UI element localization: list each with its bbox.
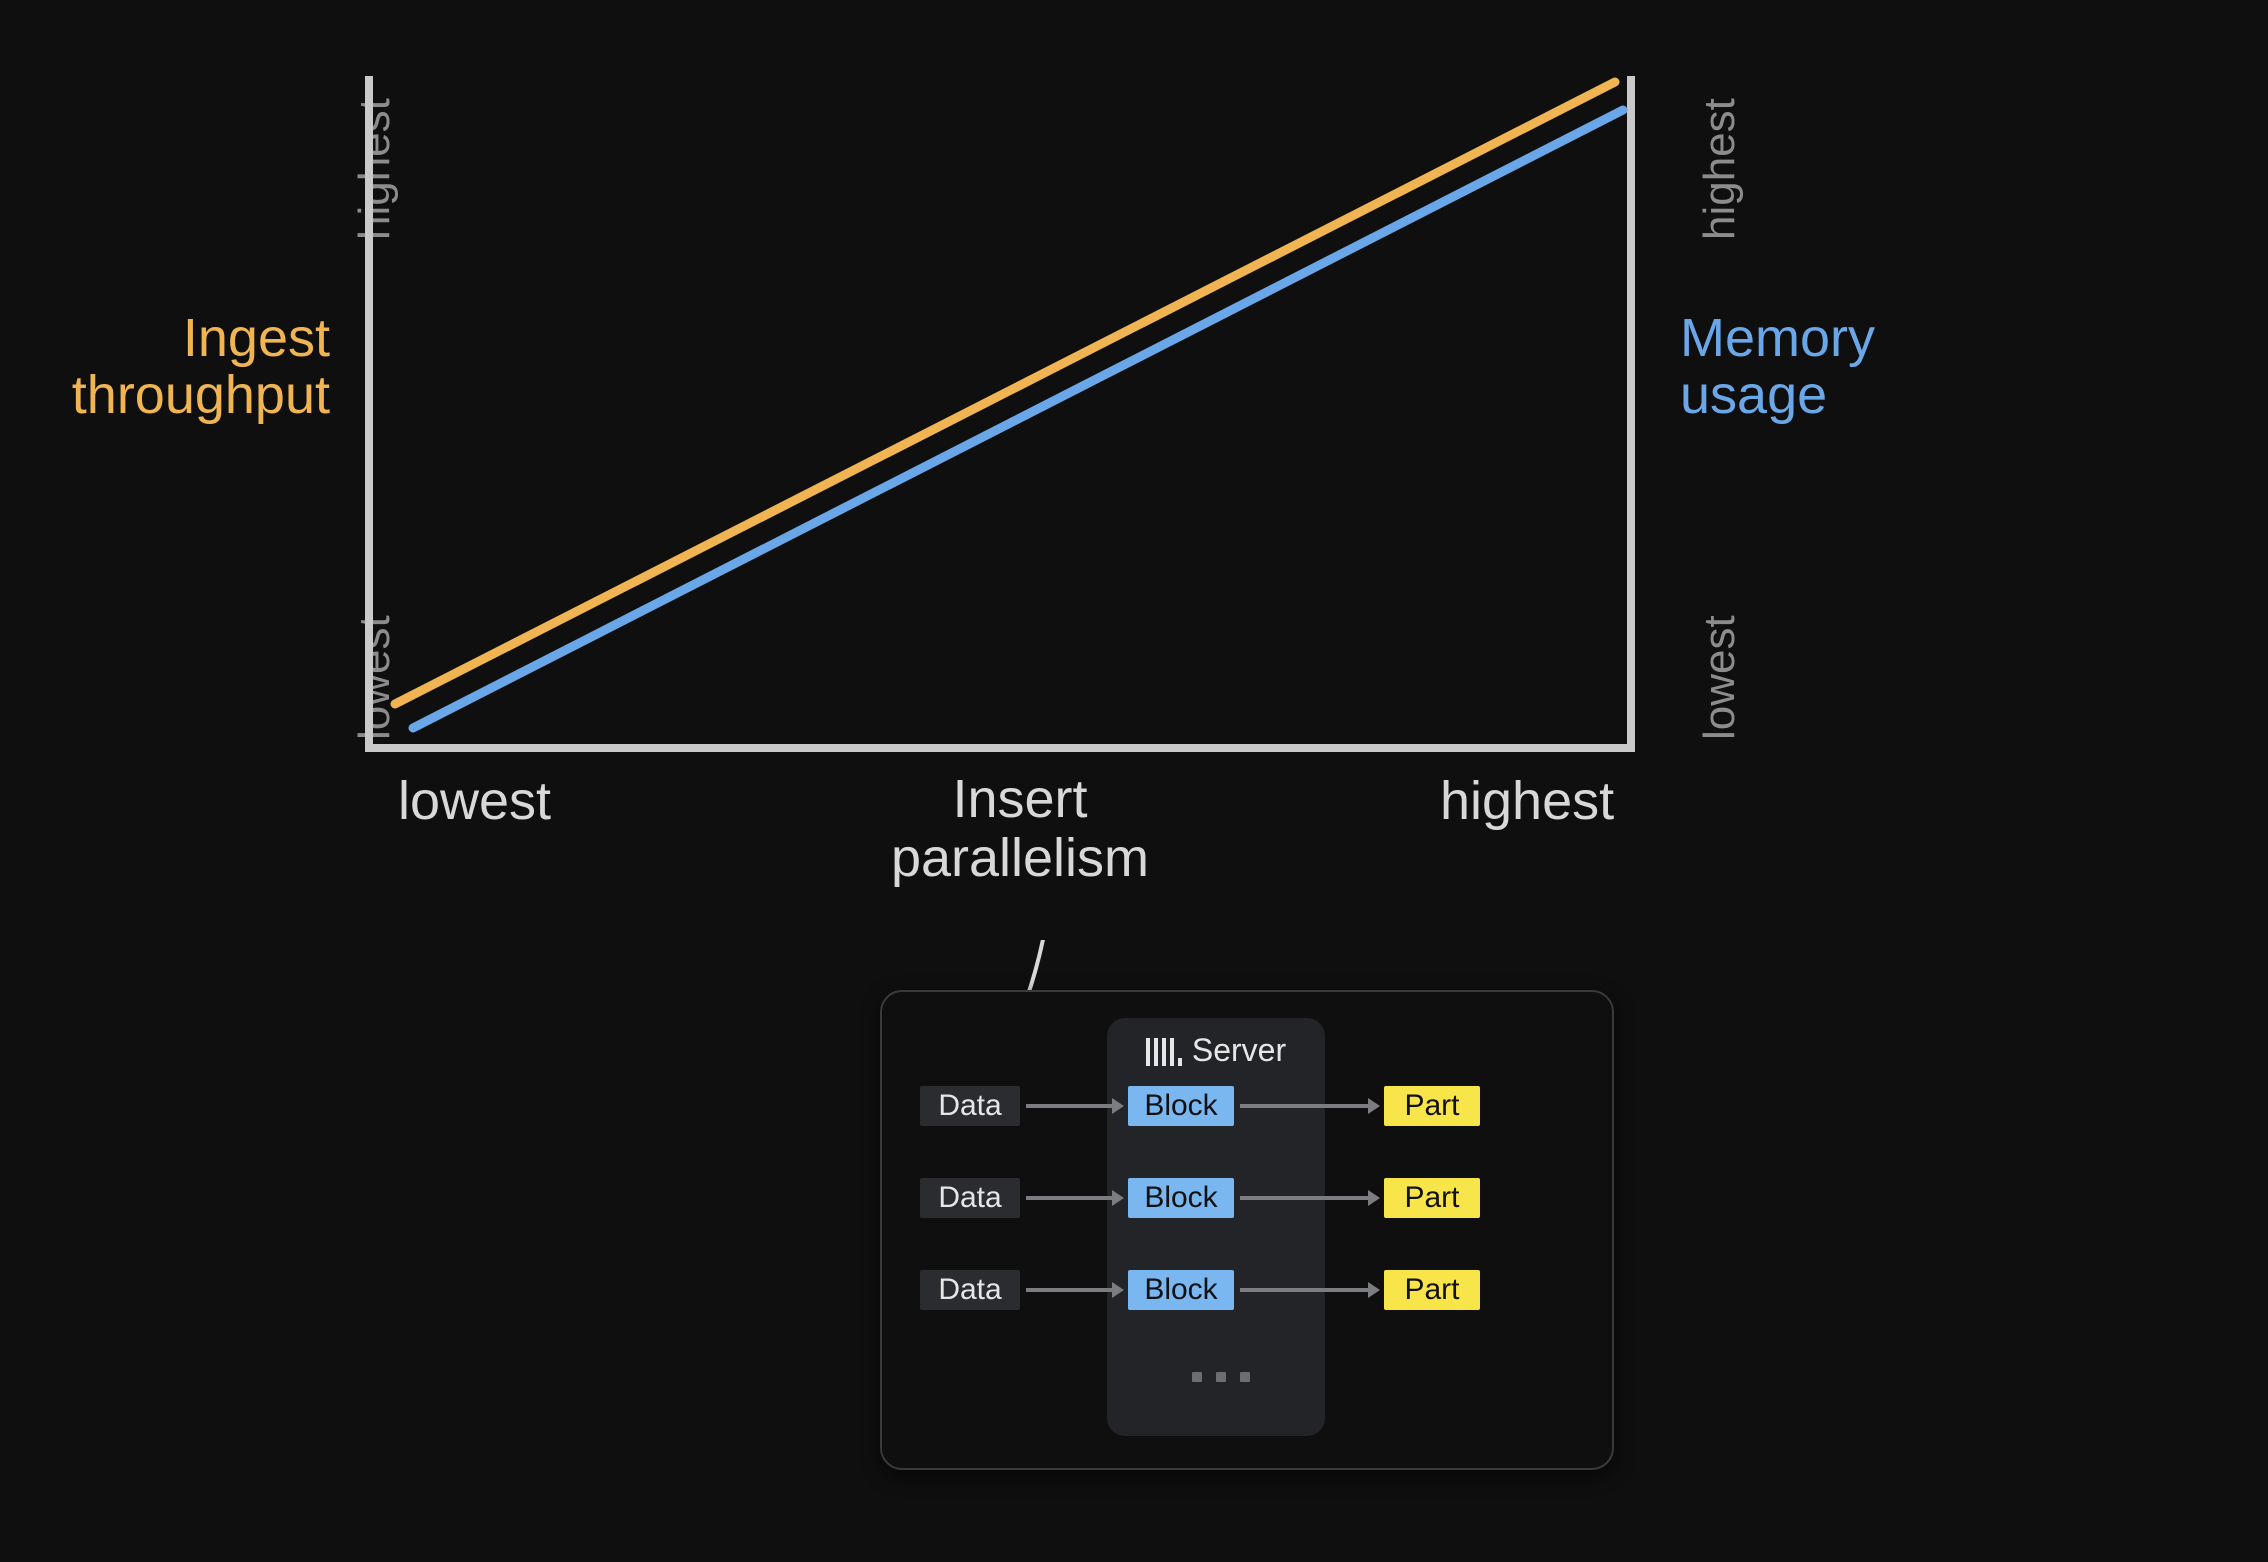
ellipsis-icon bbox=[1192, 1372, 1250, 1382]
chart-area bbox=[365, 76, 1635, 752]
line-ingest-throughput bbox=[395, 82, 1615, 704]
server-header: Server bbox=[1107, 1032, 1325, 1069]
data-chip: Data bbox=[920, 1086, 1020, 1126]
y-axis-right-title: Memory usage bbox=[1680, 310, 1940, 423]
pipeline-row: Data Block Part bbox=[920, 1174, 1574, 1222]
arrow-icon bbox=[1234, 1178, 1384, 1218]
y-axis-left-title-line2: throughput bbox=[72, 365, 330, 425]
x-axis-label: Insert parallelism bbox=[870, 770, 1170, 889]
arrow-icon bbox=[1020, 1178, 1128, 1218]
clickhouse-logo-icon bbox=[1146, 1036, 1182, 1066]
data-chip: Data bbox=[920, 1270, 1020, 1310]
pipeline-row: Data Block Part bbox=[920, 1266, 1574, 1314]
pipeline-row: Data Block Part bbox=[920, 1082, 1574, 1130]
arrow-icon bbox=[1234, 1086, 1384, 1126]
x-axis-label-line2: parallelism bbox=[891, 828, 1149, 888]
arrow-icon bbox=[1234, 1270, 1384, 1310]
y-right-tick-low: lowest bbox=[1695, 615, 1745, 740]
data-chip: Data bbox=[920, 1178, 1020, 1218]
block-chip: Block bbox=[1128, 1270, 1234, 1310]
chart-lines bbox=[365, 76, 1635, 752]
server-label: Server bbox=[1192, 1032, 1286, 1069]
part-chip: Part bbox=[1384, 1178, 1480, 1218]
pipeline-panel: Server Data Block Part Data Block bbox=[880, 990, 1614, 1470]
x-tick-low: lowest bbox=[398, 770, 551, 832]
y-right-tick-high: highest bbox=[1695, 98, 1745, 240]
arrow-icon bbox=[1020, 1270, 1128, 1310]
block-chip: Block bbox=[1128, 1086, 1234, 1126]
x-tick-high: highest bbox=[1440, 770, 1614, 832]
line-memory-usage bbox=[413, 110, 1623, 728]
y-axis-right-title-line2: usage bbox=[1680, 365, 1827, 425]
arrow-icon bbox=[1020, 1086, 1128, 1126]
x-axis-label-line1: Insert bbox=[952, 769, 1087, 829]
part-chip: Part bbox=[1384, 1270, 1480, 1310]
diagram-stage: Ingest throughput Memory usage lowest hi… bbox=[0, 0, 2268, 1562]
y-axis-left-title: Ingest throughput bbox=[40, 310, 330, 423]
block-chip: Block bbox=[1128, 1178, 1234, 1218]
y-axis-right-title-line1: Memory bbox=[1680, 308, 1875, 368]
y-axis-left-title-line1: Ingest bbox=[183, 308, 330, 368]
part-chip: Part bbox=[1384, 1086, 1480, 1126]
